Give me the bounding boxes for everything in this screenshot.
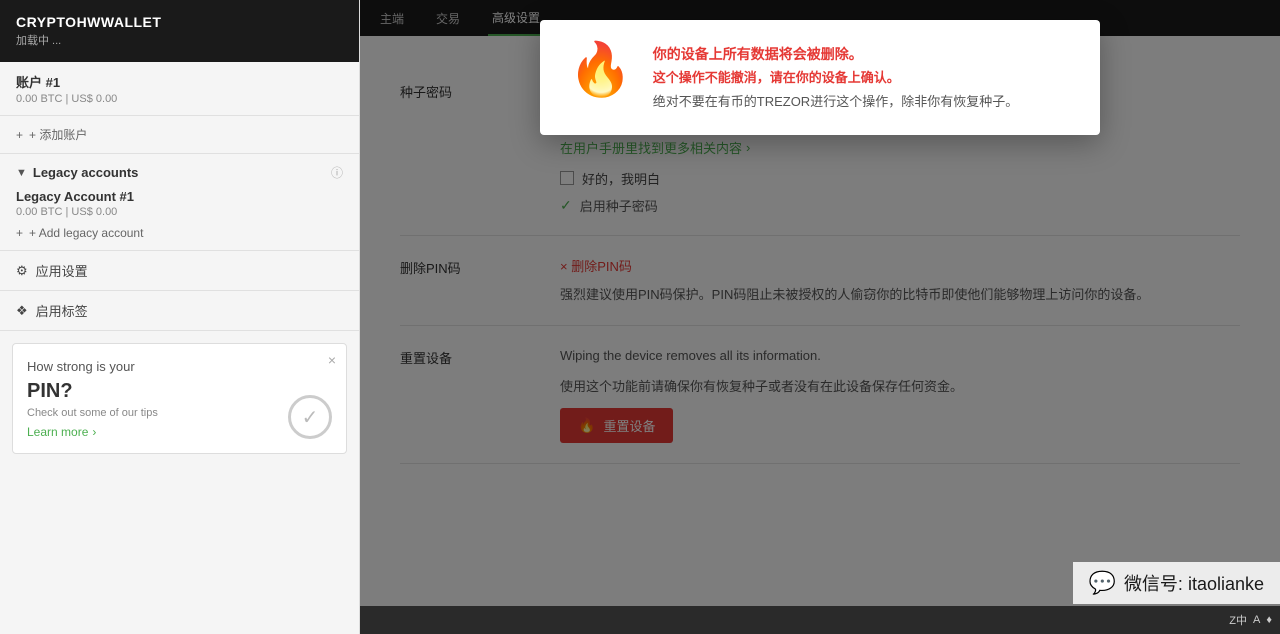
taskbar: Z中 A ♦	[360, 606, 1280, 634]
add-legacy-label: + Add legacy account	[29, 226, 143, 240]
account-balance: 0.00 BTC | US$ 0.00	[16, 93, 343, 105]
check-circle-icon: ✓	[288, 395, 332, 439]
main-content: 主端 交易 高级设置 种子密码 特定的密码。可以通过输入空密码来访问你的旧账户。…	[360, 0, 1280, 634]
legacy-title-row: ▼ Legacy accounts	[16, 165, 138, 180]
modal-content: 你的设备上所有数据将会被删除。 这个操作不能撤消，请在你的设备上确认。 绝对不要…	[653, 44, 1072, 111]
taskbar-lang: Z中	[1229, 612, 1247, 628]
wechat-icon: 💬	[1089, 570, 1116, 596]
loading-text: 加载中 ...	[16, 32, 343, 48]
label-icon: ❖	[16, 303, 28, 319]
modal-line2-normal: 这个操作不能撤消，	[653, 70, 770, 85]
wechat-watermark: 💬 微信号: itaolianke	[1073, 562, 1280, 604]
legacy-account-name: Legacy Account #1	[16, 189, 343, 204]
info-icon[interactable]: ⓘ	[331, 164, 343, 181]
pin-card-title: How strong is your	[27, 358, 332, 376]
plus-icon: +	[16, 128, 23, 142]
settings-label: 应用设置	[36, 261, 88, 280]
pin-card: × How strong is your PIN? Check out some…	[12, 343, 347, 454]
legacy-title: Legacy accounts	[33, 165, 139, 180]
gear-icon: ⚙	[16, 263, 28, 279]
legacy-account-item[interactable]: Legacy Account #1 0.00 BTC | US$ 0.00	[16, 181, 343, 218]
labels-button[interactable]: ❖ 启用标签	[0, 291, 359, 331]
labels-label: 启用标签	[36, 301, 88, 320]
add-account-label: + 添加账户	[29, 126, 87, 143]
legacy-section: ▼ Legacy accounts ⓘ Legacy Account #1 0.…	[0, 154, 359, 251]
plus-icon: +	[16, 226, 23, 240]
taskbar-item2: A	[1253, 614, 1260, 626]
modal-flame-icon: 🔥	[568, 44, 633, 96]
modal-warning-footer: 绝对不要在有币的TREZOR进行这个操作，除非你有恢复种子。	[653, 92, 1072, 112]
wipe-confirmation-modal: 🔥 你的设备上所有数据将会被删除。 这个操作不能撤消，请在你的设备上确认。 绝对…	[540, 20, 1100, 135]
chevron-down-icon: ▼	[16, 167, 27, 179]
add-account-button[interactable]: + + 添加账户	[0, 116, 359, 154]
modal-overlay: 🔥 你的设备上所有数据将会被删除。 这个操作不能撤消，请在你的设备上确认。 绝对…	[360, 0, 1280, 634]
wechat-label: 微信号: itaolianke	[1124, 570, 1264, 596]
close-icon[interactable]: ×	[328, 352, 336, 368]
modal-warning-title: 你的设备上所有数据将会被删除。	[653, 44, 1072, 64]
legacy-account-balance: 0.00 BTC | US$ 0.00	[16, 206, 343, 218]
pin-card-desc: Check out some of our tips	[27, 407, 332, 419]
learn-more-link[interactable]: Learn more ›	[27, 425, 332, 439]
sidebar: CRYPTOHWWALLET 加载中 ... 账户 #1 0.00 BTC | …	[0, 0, 360, 634]
add-legacy-button[interactable]: + + Add legacy account	[16, 218, 343, 240]
learn-more-label: Learn more	[27, 425, 88, 439]
legacy-header[interactable]: ▼ Legacy accounts ⓘ	[16, 164, 343, 181]
sidebar-header: CRYPTOHWWALLET 加载中 ...	[0, 0, 359, 62]
wallet-name: CRYPTOHWWALLET	[16, 14, 343, 30]
account-item[interactable]: 账户 #1 0.00 BTC | US$ 0.00	[0, 62, 359, 116]
chevron-right-icon: ›	[92, 425, 96, 439]
settings-button[interactable]: ⚙ 应用设置	[0, 251, 359, 291]
taskbar-item3: ♦	[1266, 614, 1272, 626]
modal-line2-bold: 请在你的设备上确认。	[770, 70, 900, 85]
modal-warning-body: 这个操作不能撤消，请在你的设备上确认。	[653, 68, 1072, 88]
account-name: 账户 #1	[16, 72, 343, 91]
pin-card-subtitle: PIN?	[27, 380, 332, 403]
